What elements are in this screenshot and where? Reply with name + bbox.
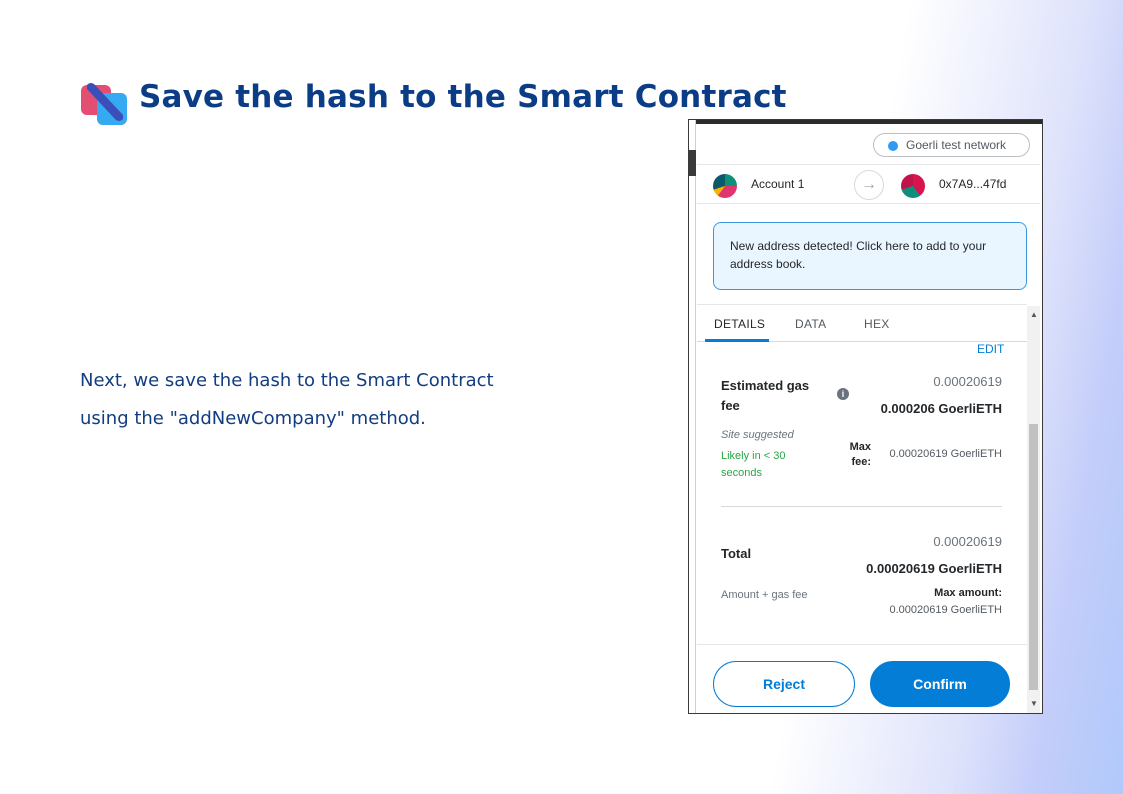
scrollbar-thumb[interactable] bbox=[1029, 424, 1038, 690]
max-amount-value: 0.00020619 GoerliETH bbox=[889, 604, 1002, 616]
scrollbar[interactable]: ▲ ▼ bbox=[1027, 306, 1040, 713]
scroll-up-icon[interactable]: ▲ bbox=[1030, 310, 1038, 319]
description-line: using the "addNewCompany" method. bbox=[80, 408, 426, 429]
confirm-button[interactable]: Confirm bbox=[870, 661, 1010, 707]
arrow-right-icon: → bbox=[854, 170, 884, 200]
edit-link[interactable]: EDIT bbox=[977, 342, 1004, 356]
from-account[interactable]: Account 1 bbox=[751, 177, 804, 191]
window-edge bbox=[689, 120, 1042, 124]
tab-data[interactable]: DATA bbox=[795, 317, 826, 331]
reject-button[interactable]: Reject bbox=[713, 661, 855, 707]
tab-details[interactable]: DETAILS bbox=[714, 317, 765, 331]
gas-secondary-value: 0.00020619 bbox=[933, 374, 1002, 389]
avatar bbox=[713, 174, 737, 198]
total-secondary-value: 0.00020619 bbox=[933, 534, 1002, 549]
max-amount-label: Max amount: bbox=[934, 587, 1002, 599]
description: Next, we save the hash to the Smart Cont… bbox=[80, 362, 640, 438]
gas-primary-value: 0.000206 GoerliETH bbox=[880, 401, 1002, 416]
site-suggested-label: Site suggested bbox=[721, 429, 794, 441]
avatar bbox=[901, 174, 925, 198]
tab-hex[interactable]: HEX bbox=[864, 317, 890, 331]
description-line: Next, we save the hash to the Smart Cont… bbox=[80, 370, 494, 391]
divider bbox=[721, 506, 1002, 507]
amount-gas-label: Amount + gas fee bbox=[721, 589, 808, 601]
wallet-confirmation-screenshot: Goerli test network Account 1 → 0x7A9...… bbox=[688, 119, 1043, 714]
active-tab-indicator bbox=[705, 339, 769, 342]
network-label: Goerli test network bbox=[906, 138, 1007, 152]
estimated-gas-title: Estimated gas fee bbox=[721, 378, 810, 413]
max-fee-label: Max fee: bbox=[849, 441, 871, 468]
network-selector[interactable]: Goerli test network bbox=[873, 133, 1030, 157]
to-address[interactable]: 0x7A9...47fd bbox=[939, 177, 1006, 191]
account-row: Account 1 → 0x7A9...47fd bbox=[697, 164, 1040, 204]
total-primary-value: 0.00020619 GoerliETH bbox=[866, 561, 1002, 576]
scroll-down-icon[interactable]: ▼ bbox=[1030, 699, 1038, 708]
window-edge bbox=[689, 120, 696, 713]
slide: Save the hash to the Smart Contract Next… bbox=[0, 0, 1123, 794]
tab-bar: DETAILS DATA HEX bbox=[697, 304, 1027, 342]
page-title: Save the hash to the Smart Contract bbox=[139, 79, 787, 115]
likely-time: Likely in < 30 seconds bbox=[721, 450, 786, 479]
new-address-notice[interactable]: New address detected! Click here to add … bbox=[713, 222, 1027, 290]
footer-divider bbox=[697, 644, 1027, 645]
logo-icon bbox=[81, 83, 127, 125]
max-fee-value: 0.00020619 GoerliETH bbox=[889, 448, 1002, 460]
total-title: Total bbox=[721, 546, 752, 561]
network-dot-icon bbox=[888, 141, 898, 151]
info-icon[interactable]: i bbox=[837, 388, 849, 400]
